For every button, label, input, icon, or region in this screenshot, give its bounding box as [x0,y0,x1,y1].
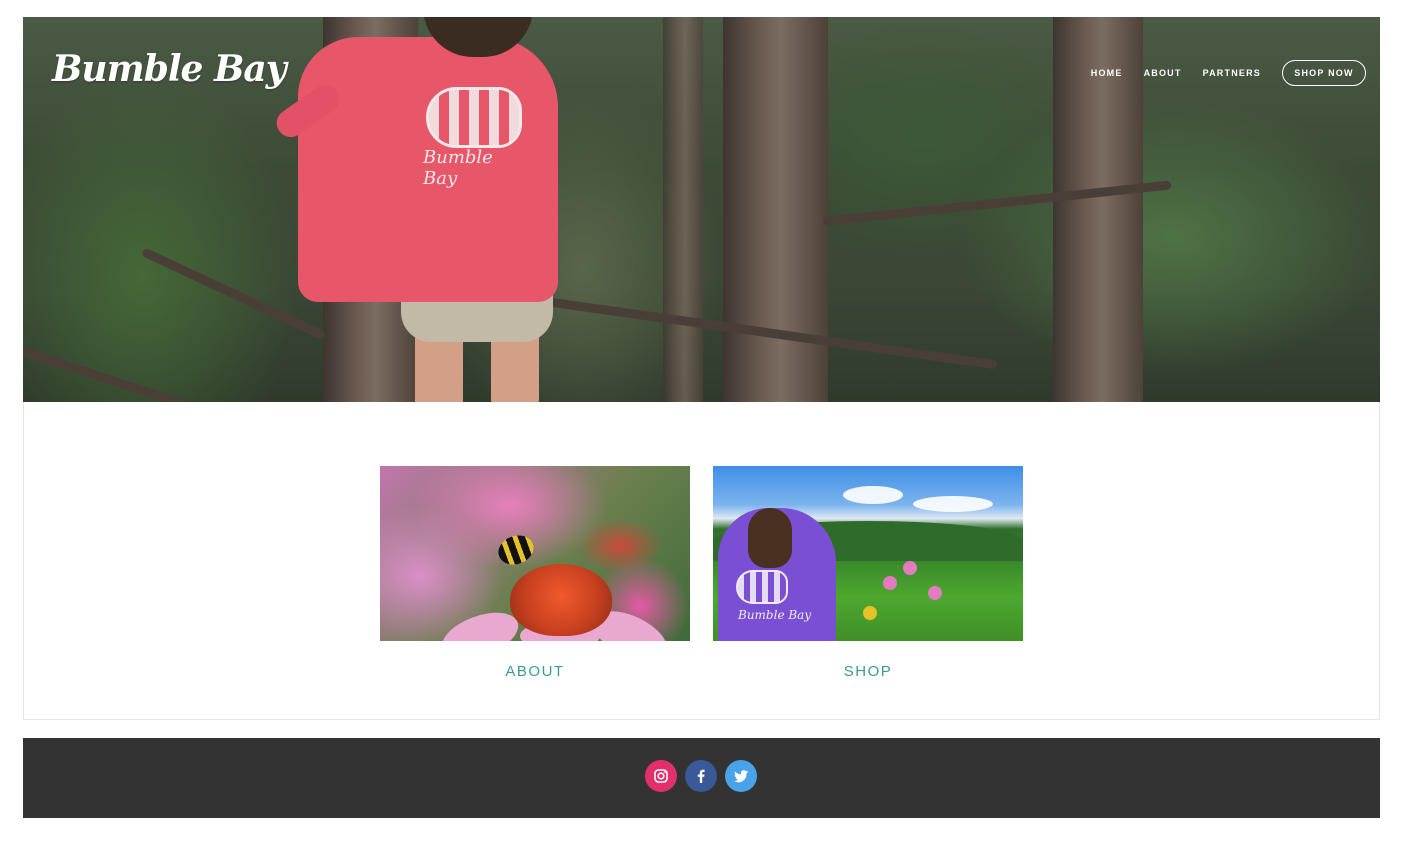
content-section: ABOUT Bumble Bay SHOP [23,402,1380,720]
cloud [913,496,993,512]
tree-trunk [663,17,703,402]
facebook-glyph [697,769,705,783]
bee-icon [736,570,788,604]
twitter-glyph [734,770,748,783]
main-nav: HOME ABOUT PARTNERS SHOP NOW [1070,60,1366,86]
shop-now-button[interactable]: SHOP NOW [1282,60,1366,86]
facebook-icon[interactable] [685,760,717,792]
bumblebee-icon [494,530,538,570]
wildflower [863,606,877,620]
nav-home[interactable]: HOME [1091,68,1123,78]
page: Bumble Bay Bumble Bay HOME ABOUT PARTNER… [0,0,1402,842]
shop-caption[interactable]: SHOP [713,663,1023,680]
about-caption[interactable]: ABOUT [380,663,690,680]
shirt-bee-logo: Bumble Bay [418,77,528,189]
tree-trunk [723,17,828,402]
tree-branch [23,347,310,402]
shirt-logo-text: Bumble Bay [423,147,493,189]
shop-image[interactable]: Bumble Bay [713,466,1023,641]
instagram-icon[interactable] [645,760,677,792]
instagram-glyph [654,769,668,783]
person-purple-shirt: Bumble Bay [718,508,836,641]
footer [23,738,1380,818]
shop-tile[interactable]: Bumble Bay SHOP [713,466,1023,680]
cloud [843,486,903,504]
person-shirt: Bumble Bay [298,37,558,302]
nav-partners[interactable]: PARTNERS [1203,68,1261,78]
wildflower [903,561,917,575]
bee-icon [426,87,522,148]
site-logo[interactable]: Bumble Bay [52,48,287,90]
coneflower-center [510,564,612,636]
shirt-logo-text: Bumble Bay [738,608,812,622]
nav-about[interactable]: ABOUT [1144,68,1182,78]
twitter-icon[interactable] [725,760,757,792]
wildflower [928,586,942,600]
about-image[interactable] [380,466,690,641]
about-tile[interactable]: ABOUT [380,466,690,680]
social-links [645,760,765,792]
wildflower [883,576,897,590]
person-hair [748,508,792,568]
